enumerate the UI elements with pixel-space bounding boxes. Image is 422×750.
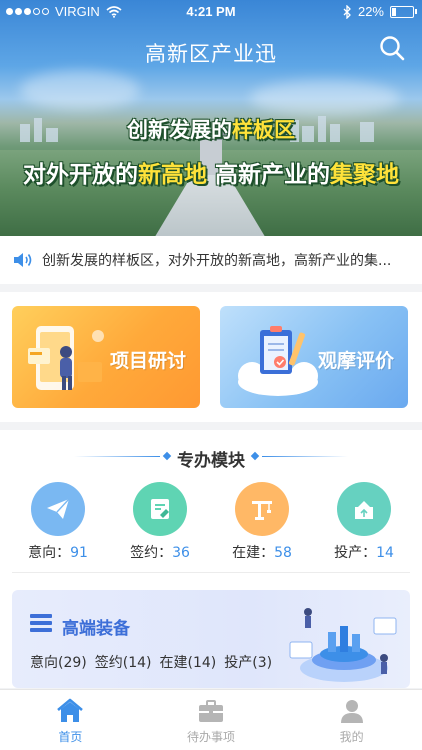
header-divider [262, 456, 348, 457]
tab-label: 待办事项 [187, 730, 236, 744]
card-label: 观摩评价 [317, 350, 394, 372]
home-icon [57, 698, 84, 722]
crane-icon [235, 482, 289, 536]
industry-title: 高端装备 [62, 619, 130, 639]
paper-plane-icon [31, 482, 85, 536]
card-label: 项目研讨 [109, 350, 186, 372]
speaker-icon [14, 253, 32, 267]
stat-construction[interactable]: 在建：58 [212, 482, 312, 562]
stat-value: 91 [70, 545, 88, 561]
contract-icon [133, 482, 187, 536]
equipment-icon [30, 614, 52, 632]
status-bar: VIRGIN 4:21 PM 22% [0, 0, 422, 24]
industry-counts: 意向(29) 签约(14) 在建(14) 投产(3) [30, 652, 272, 672]
observation-review-card[interactable]: 观摩评价 [220, 306, 408, 408]
stat-contract[interactable]: 签约：36 [110, 482, 210, 562]
stat-intention[interactable]: 意向：91 [8, 482, 108, 562]
bottom-tab-bar: 首页 待办事项 我的 [0, 689, 422, 750]
production-icon [337, 482, 391, 536]
industry-card-high-end-equipment[interactable]: 高端装备 意向(29) 签约(14) 在建(14) 投产(3) [12, 590, 410, 688]
section-divider [12, 572, 410, 573]
briefcase-icon [199, 700, 223, 722]
equipment-illustration [289, 608, 397, 682]
tab-label: 我的 [339, 730, 364, 744]
app-title: 高新区产业迅 [145, 42, 277, 66]
count-contract: 签约(14) [94, 655, 152, 671]
stat-label: 投产： [334, 545, 377, 561]
project-discussion-card[interactable]: 项目研讨 [12, 306, 200, 408]
stat-label: 在建： [232, 545, 275, 561]
stat-value: 36 [172, 545, 190, 561]
stat-label: 意向： [28, 545, 71, 561]
module-header: 专办模块 [0, 444, 422, 471]
feature-cards: 项目研讨 观摩评价 [0, 292, 422, 422]
cloud-decoration [250, 80, 400, 116]
count-production: 投产(3) [224, 655, 273, 671]
search-icon[interactable] [378, 34, 406, 62]
stat-value: 58 [274, 545, 292, 561]
tab-label: 首页 [58, 730, 83, 744]
observation-review-icon [238, 326, 318, 396]
stat-production[interactable]: 投产：14 [314, 482, 414, 562]
cloud-decoration [20, 70, 140, 110]
special-module-section: 专办模块 意向：91 签约：36 在建：58 投产：14 高端装备 意向(29)… [0, 430, 422, 688]
user-icon [340, 700, 363, 723]
tab-mine[interactable]: 我的 [281, 690, 422, 750]
notice-text: 创新发展的样板区，对外开放的新高地，高新产业的集... [42, 253, 392, 269]
hero-banner[interactable]: VIRGIN 4:21 PM 22% 高新区产业迅 创新发展的样板区 对外开放的… [0, 0, 422, 236]
battery-percent: 22% [357, 4, 384, 19]
project-discussion-icon [28, 326, 104, 390]
notice-bar[interactable]: 创新发展的样板区，对外开放的新高地，高新产业的集... [0, 236, 422, 284]
count-intention: 意向(29) [30, 655, 87, 671]
count-construction: 在建(14) [159, 655, 217, 671]
stat-label: 签约： [130, 545, 173, 561]
banner-slogan-line2: 对外开放的新高地 高新产业的集聚地 [22, 162, 399, 188]
module-title: 专办模块 [177, 451, 245, 471]
tab-todo[interactable]: 待办事项 [141, 690, 282, 750]
banner-slogan-line1: 创新发展的样板区 [127, 118, 295, 142]
stat-value: 14 [376, 545, 394, 561]
tab-home[interactable]: 首页 [0, 690, 141, 750]
battery-icon [390, 5, 417, 18]
bluetooth-icon [343, 4, 351, 19]
